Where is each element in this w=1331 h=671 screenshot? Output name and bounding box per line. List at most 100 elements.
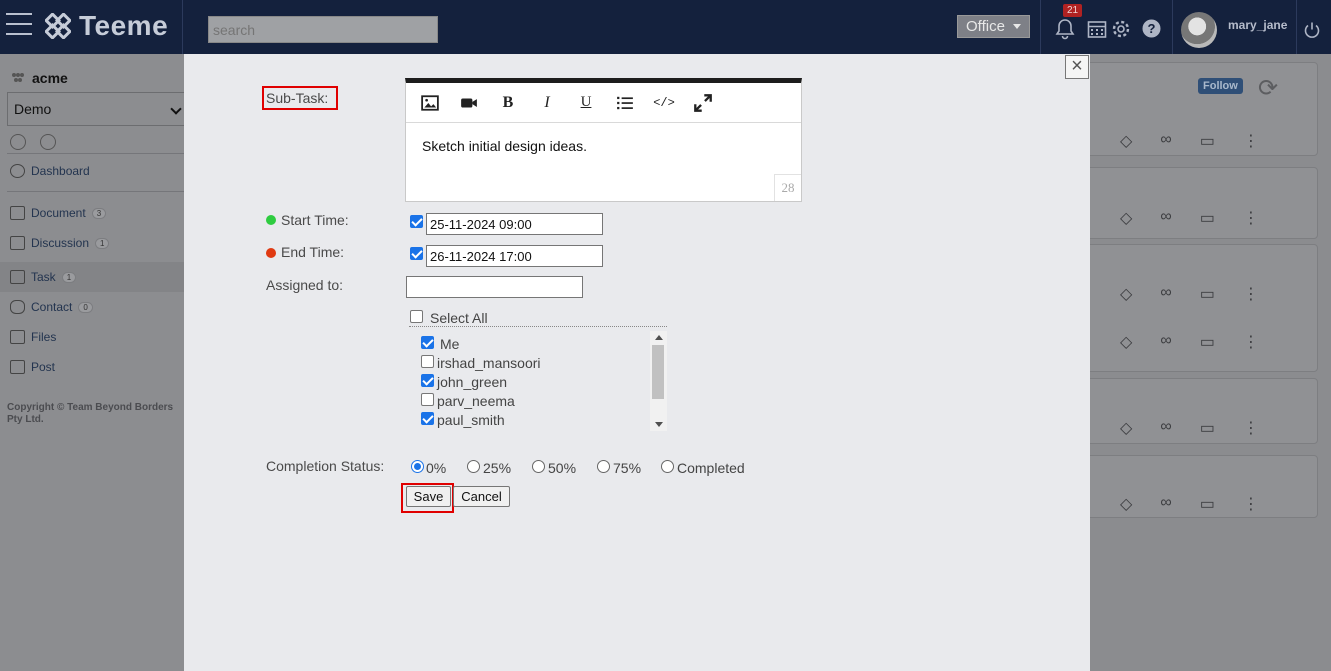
user-name: Me <box>440 336 460 352</box>
user-checkbox-irshad[interactable] <box>421 355 434 368</box>
calendar-icon[interactable] <box>1087 19 1107 39</box>
help-icon[interactable]: ? <box>1142 19 1161 38</box>
bell-icon[interactable] <box>1055 18 1075 40</box>
link-icon[interactable]: ∞ <box>1160 418 1171 438</box>
more-icon[interactable]: ⋮ <box>1243 418 1259 438</box>
sidebar-item-task[interactable]: Task 1 <box>10 270 77 284</box>
sidebar-item-label: Files <box>31 330 57 344</box>
end-time-input[interactable] <box>426 245 603 267</box>
mug-icon[interactable]: ▭ <box>1200 418 1215 438</box>
link-icon[interactable]: ∞ <box>1160 208 1171 228</box>
completion-radio-0[interactable] <box>411 460 424 473</box>
menu-icon[interactable] <box>6 13 32 37</box>
task-card <box>1078 244 1318 372</box>
org-icon <box>12 73 24 82</box>
app-name: Teeme <box>79 10 169 41</box>
app-logo[interactable]: Teeme <box>45 10 168 42</box>
username[interactable]: mary_jane <box>1228 18 1287 32</box>
select-all-checkbox[interactable] <box>410 310 423 323</box>
count-badge: 0 <box>78 301 93 313</box>
divider <box>1172 0 1173 54</box>
expand-icon[interactable] <box>694 93 712 112</box>
eye-icon[interactable] <box>40 134 56 150</box>
follow-button[interactable]: Follow <box>1198 78 1243 94</box>
cancel-button[interactable]: Cancel <box>453 486 510 507</box>
sidebar-item-dashboard[interactable]: Dashboard <box>10 164 90 178</box>
mug-icon[interactable]: ▭ <box>1200 284 1215 304</box>
scroll-up-icon[interactable] <box>655 335 663 340</box>
save-button-highlight <box>401 483 454 513</box>
end-time-checkbox[interactable] <box>410 247 423 260</box>
task-checkbox-icon <box>10 270 25 284</box>
sidebar-item-post[interactable]: Post <box>10 360 55 374</box>
divider <box>7 191 184 192</box>
mug-icon[interactable]: ▭ <box>1200 131 1215 151</box>
code-icon[interactable]: </> <box>653 94 675 112</box>
user-checkbox-paul[interactable] <box>421 412 434 425</box>
user-list-scrollbar[interactable] <box>650 331 667 431</box>
add-icon[interactable] <box>10 134 26 150</box>
sidebar-item-discussion[interactable]: Discussion 1 <box>10 236 110 250</box>
user-checkbox-me[interactable] <box>421 336 434 349</box>
completion-radio-completed[interactable] <box>661 460 674 473</box>
more-icon[interactable]: ⋮ <box>1243 494 1259 514</box>
editor-content[interactable]: Sketch initial design ideas. <box>422 138 587 154</box>
completion-radio-50[interactable] <box>532 460 545 473</box>
image-icon[interactable] <box>421 94 439 112</box>
search-input[interactable] <box>208 16 438 43</box>
user-name: john_green <box>437 374 508 390</box>
assigned-to-input[interactable] <box>406 276 583 298</box>
video-icon[interactable] <box>460 94 478 112</box>
mug-icon[interactable]: ▭ <box>1200 332 1215 352</box>
notification-badge: 21 <box>1063 4 1083 17</box>
tag-icon[interactable]: ◇ <box>1120 418 1132 438</box>
scroll-thumb[interactable] <box>652 345 664 399</box>
link-icon[interactable]: ∞ <box>1160 494 1171 514</box>
org-name: acme <box>32 70 68 86</box>
logo-icon <box>45 13 71 39</box>
link-icon[interactable]: ∞ <box>1160 131 1171 151</box>
divider <box>1296 0 1297 54</box>
user-checkbox-parv[interactable] <box>421 393 434 406</box>
underline-icon[interactable]: U <box>577 94 595 112</box>
end-time-label: End Time: <box>281 244 345 260</box>
completion-radio-25[interactable] <box>467 460 480 473</box>
start-time-checkbox[interactable] <box>410 215 423 228</box>
user-checkbox-john[interactable] <box>421 374 434 387</box>
sidebar-item-document[interactable]: Document 3 <box>10 206 107 220</box>
link-icon[interactable]: ∞ <box>1160 332 1171 352</box>
tag-icon[interactable]: ◇ <box>1120 208 1132 228</box>
mug-icon[interactable]: ▭ <box>1200 494 1215 514</box>
italic-icon[interactable]: I <box>538 94 556 112</box>
tag-icon[interactable]: ◇ <box>1120 284 1132 304</box>
avatar[interactable] <box>1181 12 1217 48</box>
link-icon[interactable]: ∞ <box>1160 284 1171 304</box>
more-icon[interactable]: ⋮ <box>1243 284 1259 304</box>
refresh-icon[interactable]: ⟳ <box>1258 74 1278 103</box>
gear-icon[interactable] <box>1111 19 1131 39</box>
more-icon[interactable]: ⋮ <box>1243 131 1259 151</box>
character-count: 28 <box>774 174 801 201</box>
workspace-dropdown[interactable]: Office <box>957 15 1030 38</box>
close-button[interactable]: × <box>1065 55 1089 79</box>
divider <box>182 0 183 54</box>
tag-icon[interactable]: ◇ <box>1120 332 1132 352</box>
more-icon[interactable]: ⋮ <box>1243 332 1259 352</box>
tag-icon[interactable]: ◇ <box>1120 494 1132 514</box>
subtask-editor[interactable]: B I U </> Sketch initial design ideas. 2… <box>405 78 802 202</box>
sidebar-item-contact[interactable]: Contact 0 <box>10 300 93 314</box>
bold-icon[interactable]: B <box>499 94 517 112</box>
list-icon[interactable] <box>616 94 634 112</box>
more-icon[interactable]: ⋮ <box>1243 208 1259 228</box>
power-icon[interactable] <box>1303 21 1321 39</box>
space-select[interactable]: Demo <box>7 92 189 126</box>
mug-icon[interactable]: ▭ <box>1200 208 1215 228</box>
completion-option-label: 25% <box>483 460 512 476</box>
tag-icon[interactable]: ◇ <box>1120 131 1132 151</box>
completion-radio-75[interactable] <box>597 460 610 473</box>
scroll-down-icon[interactable] <box>655 422 663 427</box>
count-badge: 1 <box>95 237 110 249</box>
sidebar-item-files[interactable]: Files <box>10 330 56 344</box>
divider <box>1040 0 1041 54</box>
start-time-input[interactable] <box>426 213 603 235</box>
